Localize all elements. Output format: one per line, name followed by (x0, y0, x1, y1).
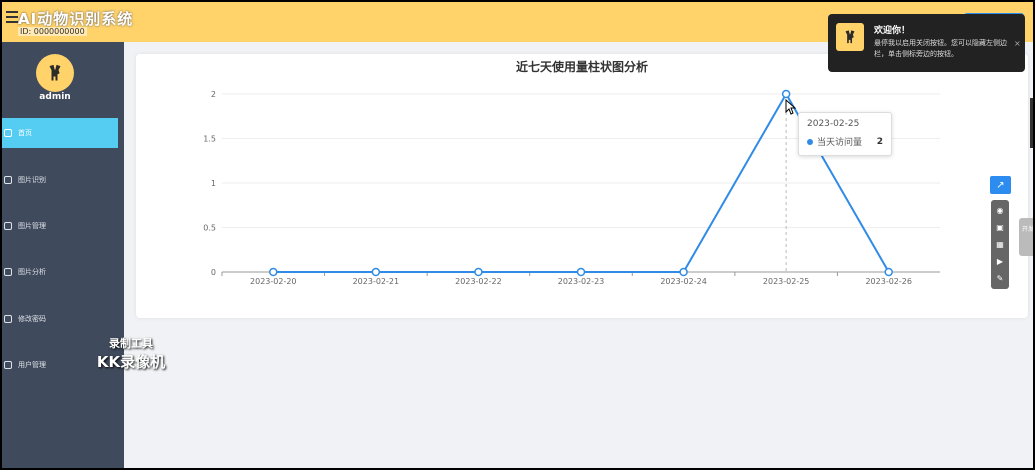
watermark-line-2: KK录像机 (96, 353, 166, 371)
sidebar-item-home[interactable]: 首页 (2, 118, 118, 148)
tooltip-row: 当天访问量 2 (807, 135, 883, 148)
x-tick-label: 2023-02-24 (660, 277, 707, 286)
gallery-icon[interactable]: ▣ (991, 219, 1009, 236)
chart-toolbox: ↗ ◉ ▣ ▦ ▶ ✎ (990, 176, 1011, 289)
monitor-icon (4, 176, 12, 184)
x-tick-label: 2023-02-21 (353, 277, 400, 286)
avatar[interactable] (36, 54, 74, 92)
sidebar-item-label: 图片管理 (18, 222, 46, 230)
x-tick-label: 2023-02-22 (455, 277, 502, 286)
sidebar-item-change-password[interactable]: 修改密码 (2, 304, 118, 334)
data-point (371, 267, 381, 277)
y-tick-label: 1 (211, 179, 216, 188)
y-tick-label: 0.5 (203, 224, 216, 233)
sidebar-item-label: 图片识别 (18, 176, 46, 184)
data-point (679, 267, 688, 277)
sidebar-item-label: 首页 (18, 129, 32, 137)
toast-title: 欢迎你！ (874, 26, 911, 36)
data-point (884, 267, 893, 277)
chart-card: 近七天使用量柱状图分析 0 0.5 1 1.5 2 2023-02-20 2023-02-2… (136, 54, 1028, 318)
welcome-toast: 欢迎你！ 悬停我以启用关闭按钮。您可以隐藏左侧边栏，单击侧标旁边的按钮。 × (828, 14, 1025, 72)
x-tick-label: 2023-02-23 (558, 277, 605, 286)
app-window: AI动物识别系统 ID: 0000000000 admin 首页 图片识别 图片… (0, 0, 1035, 470)
side-tab-label: 开发 (1021, 226, 1034, 233)
sidebar: admin 首页 图片识别 图片管理 图片分析 修改密码 用户管理 (2, 42, 124, 468)
tooltip-value: 2 (876, 136, 883, 147)
series-dot-icon (807, 138, 813, 145)
y-tick-label: 0 (211, 268, 216, 277)
deer-icon (49, 64, 61, 81)
toolbox-list: ◉ ▣ ▦ ▶ ✎ (991, 200, 1009, 289)
data-point (576, 267, 586, 277)
tooltip-date: 2023-02-25 (807, 119, 860, 129)
x-tick-label: 2023-02-20 (250, 277, 296, 286)
deer-icon (836, 23, 864, 51)
video-icon[interactable]: ▶ (991, 253, 1009, 270)
y-tick-label: 2 (211, 90, 216, 99)
sidebar-item-image-recognition[interactable]: 图片识别 (2, 165, 118, 195)
sidebar-item-label: 用户管理 (18, 361, 46, 369)
app-subtitle: ID: 0000000000 (18, 27, 87, 36)
sidebar-item-image-management[interactable]: 图片管理 (2, 211, 118, 241)
side-strip (1030, 98, 1033, 148)
grid-icon (4, 268, 12, 276)
toast-body: 悬停我以启用关闭按钮。您可以隐藏左侧边栏，单击侧标旁边的按钮。 (874, 39, 1007, 58)
home-icon (4, 129, 12, 137)
app-title: AI动物识别系统 (18, 10, 134, 28)
close-icon[interactable]: × (1014, 39, 1021, 48)
users-icon (4, 361, 12, 369)
x-tick-label: 2023-02-25 (763, 277, 810, 286)
chart-tooltip: 2023-02-25 当天访问量 2 (798, 112, 892, 156)
camera-icon[interactable]: ◉ (991, 202, 1009, 219)
tooltip-series: 当天访问量 (817, 138, 863, 148)
y-tick-label: 1.5 (203, 135, 216, 144)
sidebar-item-image-analysis[interactable]: 图片分析 (2, 257, 118, 287)
lock-icon (4, 315, 12, 323)
side-tab[interactable]: 开发 (1019, 218, 1034, 256)
gif-icon[interactable]: ▦ (991, 236, 1009, 253)
mouse-cursor-icon (785, 99, 797, 115)
sidebar-item-label: 图片分析 (18, 268, 46, 276)
pen-icon[interactable]: ✎ (991, 270, 1009, 287)
watermark-line-1: 录制工具 (109, 337, 153, 350)
data-point (474, 267, 483, 277)
x-tick-label: 2023-02-26 (865, 277, 912, 286)
data-point (269, 267, 278, 277)
line-chart[interactable]: 0 0.5 1 1.5 2 2023-02-20 2023-02-21 2023-02-22 2… (136, 54, 1028, 318)
sidebar-item-label: 修改密码 (18, 315, 46, 323)
line-chart-tool-icon[interactable]: ↗ (990, 176, 1011, 194)
menu-toggle-icon[interactable] (6, 11, 18, 25)
data-point (781, 89, 791, 99)
recorder-watermark: 录制工具 KK录像机 (86, 335, 176, 372)
grid-icon (4, 222, 12, 230)
user-name: admin (39, 92, 71, 102)
